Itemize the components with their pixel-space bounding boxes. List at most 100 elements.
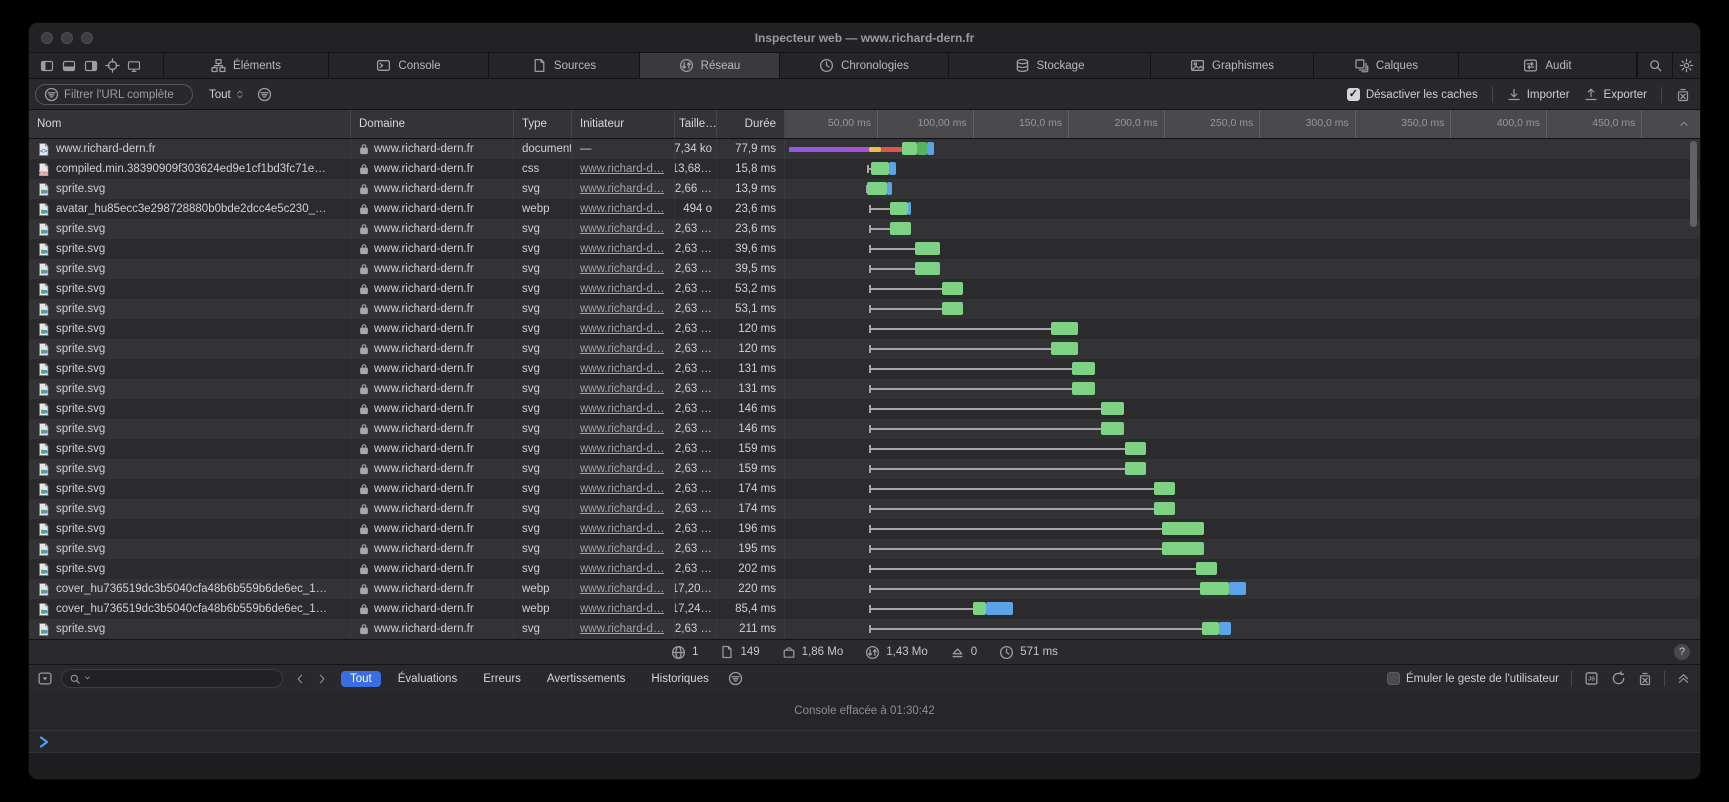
console-filter-avertissements[interactable]: Avertissements xyxy=(538,671,634,687)
clear-network-items-icon[interactable] xyxy=(1676,88,1690,102)
disable-caches-toggle[interactable]: ✓ Désactiver les caches xyxy=(1347,88,1478,101)
inspect-element-icon[interactable] xyxy=(105,53,120,78)
emulate-user-gesture-checkbox[interactable] xyxy=(1387,672,1400,685)
table-row[interactable]: sprite.svgwww.richard-dern.frsvgwww.rich… xyxy=(29,499,1700,519)
initiator-link[interactable]: www.richard-d… xyxy=(580,603,664,615)
tab-audit[interactable]: Audit xyxy=(1459,53,1637,78)
table-row[interactable]: sprite.svgwww.richard-dern.frsvgwww.rich… xyxy=(29,459,1700,479)
table-row[interactable]: sprite.svgwww.richard-dern.frsvgwww.rich… xyxy=(29,319,1700,339)
tab-sources[interactable]: Sources xyxy=(489,53,640,78)
table-row[interactable]: sprite.svgwww.richard-dern.frsvgwww.rich… xyxy=(29,299,1700,319)
table-row[interactable]: cover_hu736519dc3b5040cfa48b6b559b6de6ec… xyxy=(29,599,1700,619)
table-row[interactable]: avatar_hu85ecc3e298728880b0bde2dcc4e5c23… xyxy=(29,199,1700,219)
table-row[interactable]: sprite.svgwww.richard-dern.frsvgwww.rich… xyxy=(29,399,1700,419)
table-row[interactable]: sprite.svgwww.richard-dern.frsvgwww.rich… xyxy=(29,339,1700,359)
initiator-link[interactable]: www.richard-d… xyxy=(580,223,664,235)
initiator-link[interactable]: www.richard-d… xyxy=(580,203,664,215)
tab-calques[interactable]: Calques xyxy=(1314,53,1459,78)
initiator-link[interactable]: www.richard-d… xyxy=(580,623,664,635)
dock-bottom-icon[interactable] xyxy=(61,53,77,78)
table-row[interactable]: cover_hu736519dc3b5040cfa48b6b559b6de6ec… xyxy=(29,579,1700,599)
zoom-window-button[interactable] xyxy=(81,32,93,44)
initiator-link[interactable]: www.richard-d… xyxy=(580,183,664,195)
table-row[interactable]: sprite.svgwww.richard-dern.frsvgwww.rich… xyxy=(29,539,1700,559)
import-button[interactable]: Importer xyxy=(1507,88,1570,102)
tab-console[interactable]: Console xyxy=(329,53,489,78)
initiator-link[interactable]: www.richard-d… xyxy=(580,343,664,355)
table-row[interactable]: sprite.svgwww.richard-dern.frsvgwww.rich… xyxy=(29,479,1700,499)
url-filter-input[interactable] xyxy=(64,89,179,101)
chevron-right-icon[interactable] xyxy=(316,673,327,685)
table-row[interactable]: sprite.svgwww.richard-dern.frsvgwww.rich… xyxy=(29,519,1700,539)
reload-icon[interactable] xyxy=(1611,671,1626,686)
tab-reseau[interactable]: Réseau xyxy=(640,53,780,78)
minimize-window-button[interactable] xyxy=(61,32,73,44)
table-row[interactable]: sprite.svgwww.richard-dern.frsvgwww.rich… xyxy=(29,419,1700,439)
initiator-link[interactable]: www.richard-d… xyxy=(580,563,664,575)
console-filter-options-icon[interactable] xyxy=(728,665,743,692)
initiator-link[interactable]: www.richard-d… xyxy=(580,323,664,335)
initiator-link[interactable]: www.richard-d… xyxy=(580,583,664,595)
column-header-initiator[interactable]: Initiateur xyxy=(572,110,675,138)
console-filter-historiques[interactable]: Historiques xyxy=(642,671,718,687)
table-row[interactable]: sprite.svgwww.richard-dern.frsvgwww.rich… xyxy=(29,439,1700,459)
initiator-link[interactable]: www.richard-d… xyxy=(580,243,664,255)
initiator-link[interactable]: www.richard-d… xyxy=(580,543,664,555)
close-window-button[interactable] xyxy=(41,32,53,44)
console-filter-erreurs[interactable]: Erreurs xyxy=(474,671,530,687)
table-row[interactable]: csscompiled.min.38390909f303624ed9e1cf1b… xyxy=(29,159,1700,179)
vertical-scrollbar[interactable] xyxy=(1690,141,1697,227)
initiator-link[interactable]: www.richard-d… xyxy=(580,403,664,415)
disable-caches-checkbox[interactable]: ✓ xyxy=(1347,88,1360,101)
tab-graphismes[interactable]: Graphismes xyxy=(1151,53,1314,78)
js-context-icon[interactable]: JS xyxy=(1584,671,1599,686)
window-controls[interactable] xyxy=(41,32,93,44)
column-header-name[interactable]: Nom xyxy=(29,110,351,138)
dock-left-icon[interactable] xyxy=(39,53,55,78)
clear-console-icon[interactable] xyxy=(1638,672,1652,686)
initiator-link[interactable]: www.richard-d… xyxy=(580,503,664,515)
gear-icon[interactable] xyxy=(1672,53,1700,78)
initiator-link[interactable]: www.richard-d… xyxy=(580,163,664,175)
tab-chronologies[interactable]: Chronologies xyxy=(780,53,949,78)
chevron-left-icon[interactable] xyxy=(295,673,306,685)
emulate-user-gesture-toggle[interactable]: Émuler le geste de l'utilisateur xyxy=(1387,672,1559,685)
column-header-size[interactable]: Taille… xyxy=(675,110,717,138)
initiator-link[interactable]: www.richard-d… xyxy=(580,383,664,395)
initiator-link[interactable]: www.richard-d… xyxy=(580,463,664,475)
help-button[interactable]: ? xyxy=(1674,644,1690,660)
table-row[interactable]: sprite.svgwww.richard-dern.frsvgwww.rich… xyxy=(29,359,1700,379)
chevron-up-icon[interactable] xyxy=(1678,119,1690,129)
console-search-field[interactable] xyxy=(61,669,283,688)
table-row[interactable]: sprite.svgwww.richard-dern.frsvgwww.rich… xyxy=(29,239,1700,259)
column-header-type[interactable]: Type xyxy=(514,110,572,138)
column-header-domain[interactable]: Domaine xyxy=(351,110,514,138)
table-row[interactable]: sprite.svgwww.richard-dern.frsvgwww.rich… xyxy=(29,219,1700,239)
double-chevron-up-icon[interactable] xyxy=(1677,672,1690,685)
filter-options-icon[interactable] xyxy=(257,80,272,109)
table-row[interactable]: sprite.svgwww.richard-dern.frsvgwww.rich… xyxy=(29,279,1700,299)
resource-scope-select[interactable]: Tout xyxy=(209,88,245,102)
table-row[interactable]: sprite.svgwww.richard-dern.frsvgwww.rich… xyxy=(29,379,1700,399)
initiator-link[interactable]: www.richard-d… xyxy=(580,363,664,375)
console-filter-evaluations[interactable]: Évaluations xyxy=(389,671,466,687)
console-mode-icon[interactable] xyxy=(37,671,53,686)
column-header-duration[interactable]: Durée xyxy=(717,110,785,138)
table-row[interactable]: <>www.richard-dern.frwww.richard-dern.fr… xyxy=(29,139,1700,159)
initiator-link[interactable]: www.richard-d… xyxy=(580,523,664,535)
console-prompt[interactable] xyxy=(29,731,1700,753)
url-filter-field[interactable] xyxy=(35,84,193,105)
initiator-link[interactable]: www.richard-d… xyxy=(580,283,664,295)
table-row[interactable]: sprite.svgwww.richard-dern.frsvgwww.rich… xyxy=(29,259,1700,279)
initiator-link[interactable]: www.richard-d… xyxy=(580,263,664,275)
initiator-link[interactable]: www.richard-d… xyxy=(580,303,664,315)
initiator-link[interactable]: www.richard-d… xyxy=(580,483,664,495)
tab-elements[interactable]: Éléments xyxy=(164,53,329,78)
console-filter-tout[interactable]: Tout xyxy=(341,671,381,687)
search-icon[interactable] xyxy=(1637,53,1672,78)
table-row[interactable]: sprite.svgwww.richard-dern.frsvgwww.rich… xyxy=(29,619,1700,639)
table-row[interactable]: sprite.svgwww.richard-dern.frsvgwww.rich… xyxy=(29,179,1700,199)
initiator-link[interactable]: www.richard-d… xyxy=(580,423,664,435)
export-button[interactable]: Exporter xyxy=(1584,88,1647,102)
initiator-link[interactable]: www.richard-d… xyxy=(580,443,664,455)
